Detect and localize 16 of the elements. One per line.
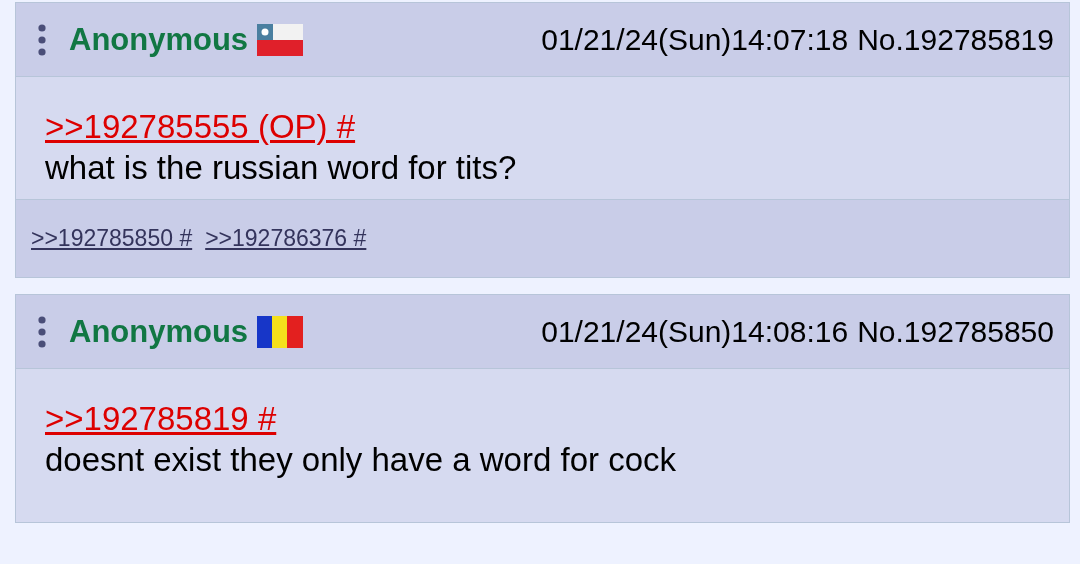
quote-link[interactable]: >>192785555 (OP) # — [45, 108, 356, 146]
reply-link[interactable]: >>192786376 # — [205, 225, 367, 252]
post-date: 01/21/24(Sun)14:07:18 — [541, 22, 849, 57]
post-number[interactable]: No.192785819 — [857, 22, 1054, 57]
menu-icon[interactable] — [37, 314, 47, 349]
poster-name: Anonymous — [69, 313, 249, 350]
reply-link[interactable]: >>192785850 # — [31, 225, 193, 252]
post-date: 01/21/24(Sun)14:08:16 — [541, 314, 849, 349]
menu-icon[interactable] — [37, 22, 47, 57]
flag-icon — [257, 23, 304, 56]
flag-icon — [257, 315, 304, 348]
post-number[interactable]: No.192785850 — [857, 314, 1054, 349]
post-message: what is the russian word for tits? — [45, 148, 518, 188]
poster-name: Anonymous — [69, 21, 249, 58]
post-message: doesnt exist they only have a word for cock — [45, 440, 677, 480]
quote-link[interactable]: >>192785819 # — [45, 400, 277, 438]
